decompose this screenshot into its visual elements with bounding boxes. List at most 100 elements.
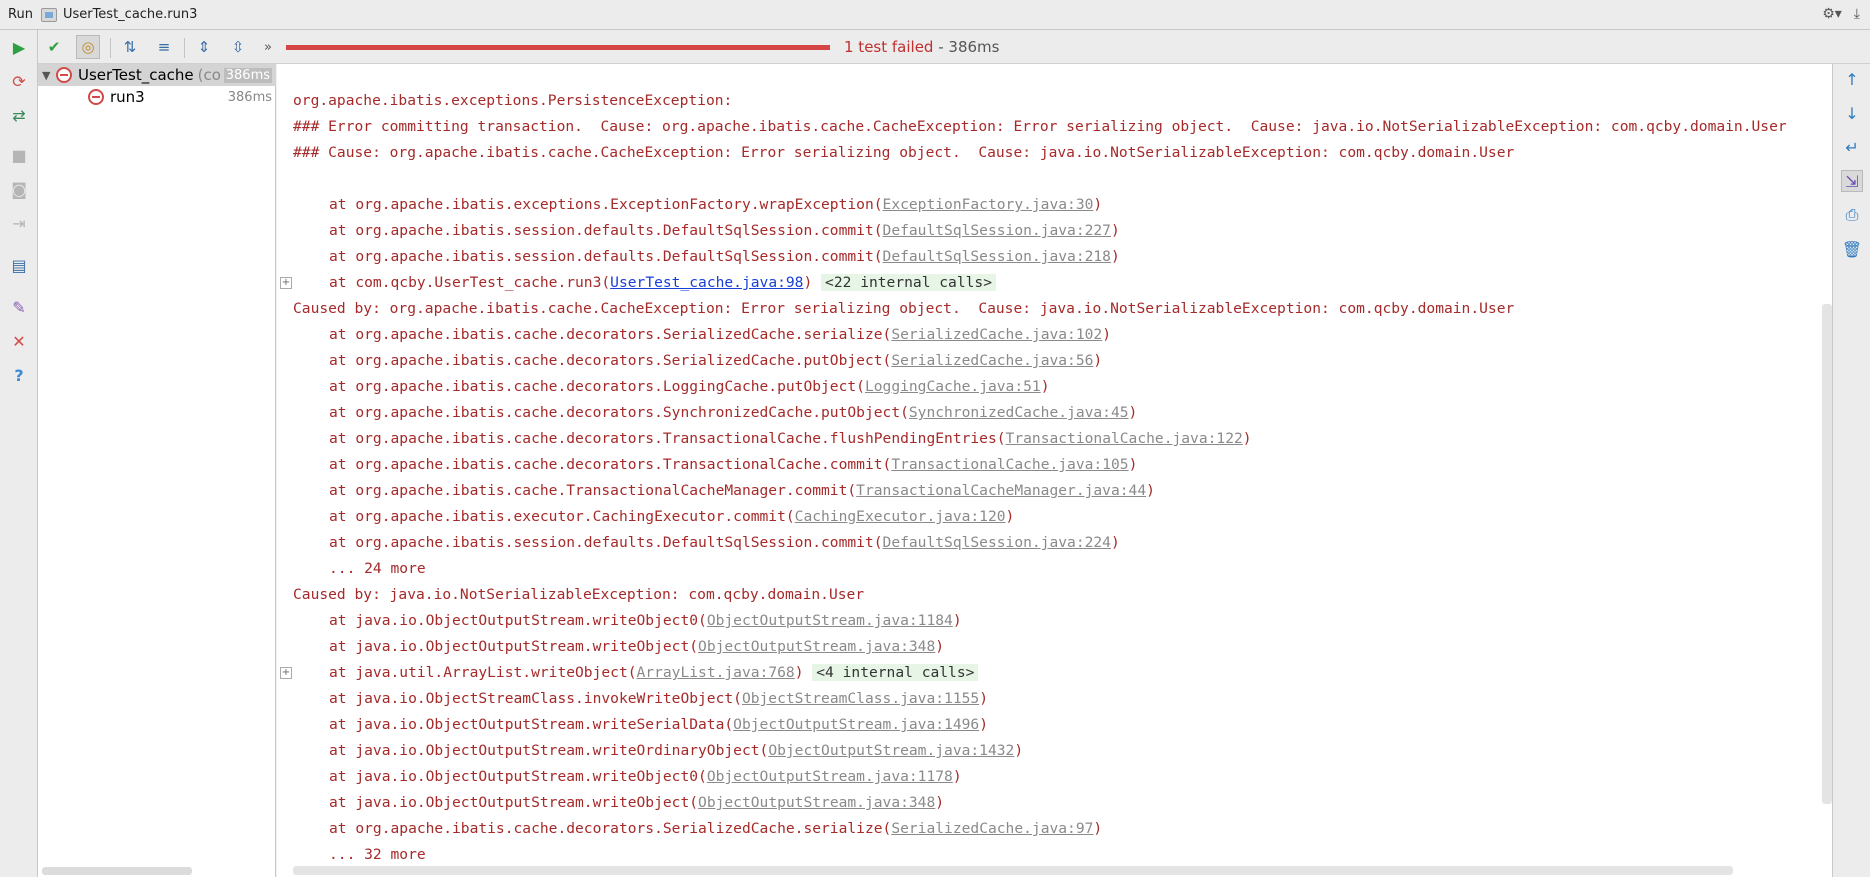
console-line: ... 32 more bbox=[329, 846, 426, 863]
stack-frame: at org.apache.ibatis.cache.Transactional… bbox=[329, 478, 1155, 504]
toolbar-separator bbox=[110, 38, 111, 58]
internal-calls-folded[interactable]: <22 internal calls> bbox=[821, 274, 996, 291]
source-link[interactable]: CachingExecutor.java:120 bbox=[795, 508, 1006, 525]
frame-close: ) bbox=[1110, 248, 1120, 265]
stack-frame: at org.apache.ibatis.session.defaults.De… bbox=[329, 530, 1120, 556]
tree-item-run3[interactable]: run3 386ms bbox=[38, 86, 276, 108]
sort-alpha-icon[interactable]: ⇅ bbox=[118, 35, 142, 59]
show-passed-icon[interactable]: ✔ bbox=[42, 35, 66, 59]
chevron-down-icon[interactable]: ▼ bbox=[42, 69, 56, 82]
source-link[interactable]: TransactionalCache.java:105 bbox=[891, 456, 1128, 473]
source-link[interactable]: ObjectOutputStream.java:1184 bbox=[707, 612, 953, 629]
frame-text: at java.io.ObjectOutputStream.writeOrdin… bbox=[329, 742, 769, 759]
trash-icon[interactable]: 🗑 bbox=[1841, 238, 1863, 260]
console-vertical-scrollbar[interactable] bbox=[1822, 304, 1832, 804]
up-arrow-icon[interactable]: ↑ bbox=[1841, 68, 1863, 90]
source-link[interactable]: DefaultSqlSession.java:218 bbox=[883, 248, 1111, 265]
frame-text: at java.io.ObjectOutputStream.writeObjec… bbox=[329, 768, 707, 785]
expand-fold-icon[interactable]: + bbox=[280, 277, 292, 289]
stack-frame: at java.io.ObjectOutputStream.writeSeria… bbox=[329, 712, 988, 738]
frame-text: at java.io.ObjectOutputStream.writeObjec… bbox=[329, 638, 699, 655]
internal-calls-folded[interactable]: <4 internal calls> bbox=[812, 664, 979, 681]
source-link[interactable]: LoggingCache.java:51 bbox=[865, 378, 1041, 395]
stack-frame: at org.apache.ibatis.cache.decorators.Se… bbox=[329, 348, 1102, 374]
print-icon[interactable]: ⎙ bbox=[1841, 204, 1863, 226]
source-link[interactable]: ArrayList.java:768 bbox=[637, 664, 795, 681]
status-failed-text: 1 test failed bbox=[844, 38, 934, 56]
run-config-icon bbox=[40, 7, 57, 22]
source-link[interactable]: ObjectOutputStream.java:1432 bbox=[768, 742, 1014, 759]
source-link[interactable]: SerializedCache.java:102 bbox=[891, 326, 1102, 343]
source-link[interactable]: SerializedCache.java:56 bbox=[891, 352, 1093, 369]
frame-close: ) bbox=[1093, 196, 1103, 213]
stack-frame: at org.apache.ibatis.cache.decorators.Lo… bbox=[329, 374, 1050, 400]
stack-frame: at org.apache.ibatis.executor.CachingExe… bbox=[329, 504, 1014, 530]
layout-icon[interactable]: ▤ bbox=[8, 254, 30, 276]
source-link[interactable]: ObjectOutputStream.java:348 bbox=[698, 794, 935, 811]
frame-text: at java.util.ArrayList.writeObject( bbox=[329, 664, 637, 681]
more-icon[interactable]: » bbox=[256, 35, 280, 59]
frame-text: at org.apache.ibatis.executor.CachingExe… bbox=[329, 508, 795, 525]
console-output[interactable]: org.apache.ibatis.exceptions.Persistence… bbox=[277, 64, 1832, 877]
down-arrow-icon[interactable]: ↓ bbox=[1841, 102, 1863, 124]
source-link[interactable]: DefaultSqlSession.java:227 bbox=[883, 222, 1111, 239]
hide-icon[interactable]: ⤓ bbox=[1854, 6, 1860, 22]
expand-fold-icon[interactable]: + bbox=[280, 667, 292, 679]
stack-frame: at com.qcby.UserTest_cache.run3(UserTest… bbox=[329, 270, 996, 296]
sort-duration-icon[interactable]: ≡ bbox=[152, 35, 176, 59]
play-icon[interactable]: ▶ bbox=[8, 36, 30, 58]
run-config-title[interactable]: UserTest_cache.run3 bbox=[63, 7, 197, 22]
toggle-auto-test-icon[interactable]: ⇄ bbox=[8, 104, 30, 126]
rerun-failed-icon[interactable]: ⟳ bbox=[8, 70, 30, 92]
console-line: ... 24 more bbox=[329, 560, 426, 577]
source-link[interactable]: TransactionalCacheManager.java:44 bbox=[856, 482, 1146, 499]
source-link[interactable]: TransactionalCache.java:122 bbox=[1006, 430, 1243, 447]
frame-close: ) bbox=[1014, 742, 1024, 759]
scroll-to-end-icon[interactable]: ⇲ bbox=[1841, 170, 1863, 192]
gear-icon[interactable]: ⚙▾ bbox=[1822, 6, 1842, 22]
source-link[interactable]: UserTest_cache.java:98 bbox=[610, 274, 803, 291]
camera-icon[interactable]: ◙ bbox=[8, 178, 30, 200]
source-link[interactable]: SynchronizedCache.java:45 bbox=[909, 404, 1129, 421]
source-link[interactable]: ObjectStreamClass.java:1155 bbox=[742, 690, 979, 707]
source-link[interactable]: ObjectOutputStream.java:1496 bbox=[733, 716, 979, 733]
source-link[interactable]: SerializedCache.java:97 bbox=[891, 820, 1093, 837]
status-time-text: - 386ms bbox=[933, 38, 1000, 56]
stack-frame: at java.io.ObjectOutputStream.writeObjec… bbox=[329, 790, 944, 816]
frame-close: ) bbox=[1110, 222, 1120, 239]
console-toolbar: ↑ ↓ ↵ ⇲ ⎙ 🗑 bbox=[1832, 64, 1870, 877]
soft-wrap-icon[interactable]: ↵ bbox=[1841, 136, 1863, 158]
tree-item-usertest-cache[interactable]: ▼ UserTest_cache (co 386ms bbox=[38, 64, 276, 86]
collapse-all-icon[interactable]: ⇳ bbox=[226, 35, 250, 59]
console-horizontal-scrollbar[interactable] bbox=[293, 866, 1733, 875]
title-actions: ⚙▾ ⤓ bbox=[1822, 6, 1860, 22]
stack-frame: at java.io.ObjectOutputStream.writeObjec… bbox=[329, 634, 944, 660]
source-link[interactable]: ExceptionFactory.java:30 bbox=[883, 196, 1094, 213]
help-icon[interactable]: ? bbox=[8, 364, 30, 386]
stack-frame: at java.io.ObjectOutputStream.writeObjec… bbox=[329, 764, 962, 790]
frame-close: ) bbox=[1110, 534, 1120, 551]
source-link[interactable]: DefaultSqlSession.java:224 bbox=[883, 534, 1111, 551]
tree-item-extra: (co bbox=[197, 66, 221, 84]
source-link[interactable]: ObjectOutputStream.java:1178 bbox=[707, 768, 953, 785]
tree-horizontal-scrollbar[interactable] bbox=[42, 867, 192, 875]
frame-close: ) bbox=[794, 664, 813, 681]
frame-close: ) bbox=[1040, 378, 1050, 395]
frame-close: ) bbox=[1146, 482, 1155, 499]
pin-icon[interactable]: ✎ bbox=[8, 296, 30, 318]
exit-icon[interactable]: ⇥ bbox=[8, 212, 30, 234]
frame-text: at com.qcby.UserTest_cache.run3( bbox=[329, 274, 611, 291]
stack-frame: at org.apache.ibatis.session.defaults.De… bbox=[329, 218, 1120, 244]
test-status: 1 test failed - 386ms bbox=[844, 38, 999, 56]
close-icon[interactable]: ✕ bbox=[8, 330, 30, 352]
frame-text: at org.apache.ibatis.cache.decorators.Tr… bbox=[329, 430, 1006, 447]
frame-text: at org.apache.ibatis.session.defaults.De… bbox=[329, 222, 883, 239]
stop-icon[interactable]: ■ bbox=[8, 144, 30, 166]
frame-text: at org.apache.ibatis.exceptions.Exceptio… bbox=[329, 196, 883, 213]
expand-all-icon[interactable]: ⇕ bbox=[192, 35, 216, 59]
show-ignored-icon[interactable]: ◎ bbox=[76, 35, 100, 59]
test-toolbar: ✔ ◎ ⇅ ≡ ⇕ ⇳ » 1 test failed - 386ms bbox=[38, 30, 1870, 64]
stack-frame: at org.apache.ibatis.exceptions.Exceptio… bbox=[329, 192, 1102, 218]
stack-frame: at org.apache.ibatis.cache.decorators.Tr… bbox=[329, 426, 1252, 452]
source-link[interactable]: ObjectOutputStream.java:348 bbox=[698, 638, 935, 655]
